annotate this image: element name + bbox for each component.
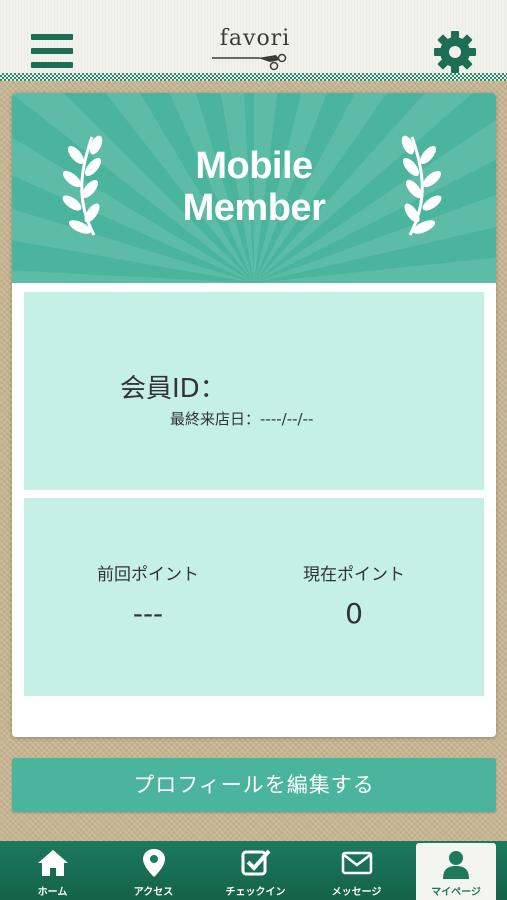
member-card: Mobile Member 会員ID： 最終来店日：----/--/-- 前回ポ… xyxy=(12,93,496,737)
bottom-tab-bar: ホーム アクセス チェックイン メッセージ マイページ xyxy=(0,841,507,900)
app-header: favori xyxy=(0,0,507,76)
banner-title: Mobile Member xyxy=(12,145,496,229)
tab-mypage-label: マイページ xyxy=(431,887,481,898)
tab-home[interactable]: ホーム xyxy=(2,841,103,900)
gear-icon[interactable] xyxy=(433,30,477,74)
logo-text: favori xyxy=(219,26,291,51)
current-points-value: 0 xyxy=(345,597,363,630)
user-icon xyxy=(443,851,469,879)
banner-title-line2: Member xyxy=(182,187,326,229)
logo: favori xyxy=(210,26,300,74)
banner-title-line1: Mobile xyxy=(195,145,313,187)
tab-checkin-label: チェックイン xyxy=(225,887,286,898)
member-banner: Mobile Member xyxy=(12,93,496,283)
member-id-label: 会員ID： xyxy=(120,374,226,404)
tab-message[interactable]: メッセージ xyxy=(306,841,407,900)
tab-message-label: メッセージ xyxy=(331,887,382,898)
tab-checkin[interactable]: チェックイン xyxy=(205,841,306,900)
points-panel: 前回ポイント --- 現在ポイント 0 xyxy=(24,498,484,696)
home-icon xyxy=(37,850,68,876)
tab-mypage[interactable]: マイページ xyxy=(416,843,496,900)
last-visit-date: 最終来店日：----/--/-- xyxy=(170,410,314,428)
previous-points-label: 前回ポイント xyxy=(97,565,199,585)
hamburger-menu-icon[interactable] xyxy=(31,34,73,68)
member-info-panel: 会員ID： 最終来店日：----/--/-- xyxy=(24,292,484,490)
envelope-icon xyxy=(341,851,372,875)
current-points: 現在ポイント 0 xyxy=(264,564,444,630)
map-pin-icon xyxy=(142,849,165,877)
tab-access-label: アクセス xyxy=(133,887,174,898)
previous-points-value: --- xyxy=(132,597,164,630)
checkbox-icon xyxy=(241,849,270,876)
scissors-icon xyxy=(212,53,287,71)
tab-home-label: ホーム xyxy=(37,887,68,898)
tab-access[interactable]: アクセス xyxy=(103,841,204,900)
edit-profile-button[interactable]: プロフィールを編集する xyxy=(12,758,496,812)
current-points-label: 現在ポイント xyxy=(303,565,405,585)
header-divider xyxy=(0,73,507,81)
previous-points: 前回ポイント --- xyxy=(58,564,238,630)
